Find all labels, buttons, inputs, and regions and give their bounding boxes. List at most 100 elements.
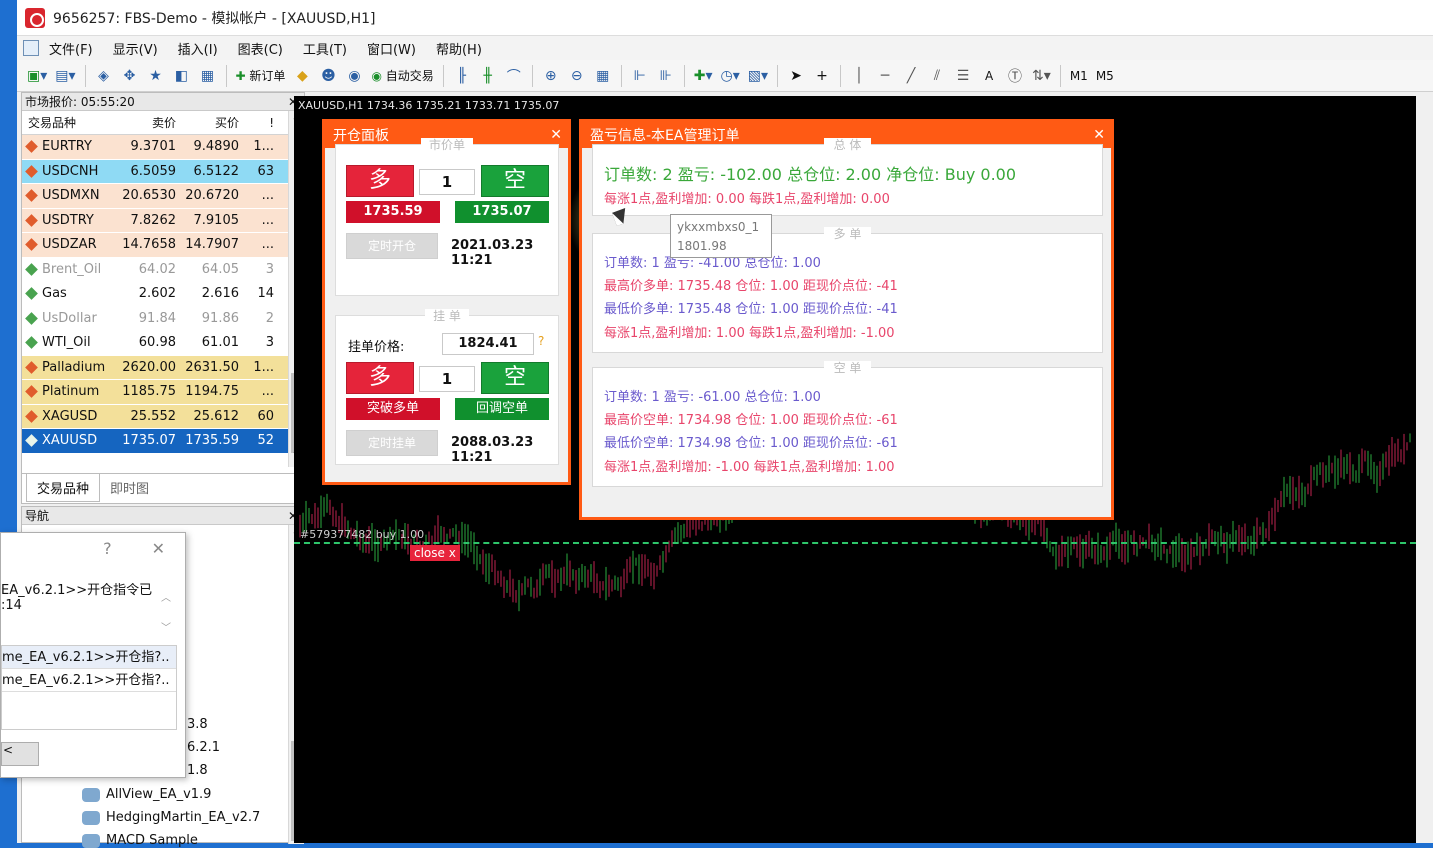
navigator-icon[interactable]: ★	[145, 64, 167, 88]
zoom-out-icon[interactable]: ⊖	[566, 64, 588, 88]
new-chart-icon[interactable]: ▣ ▾	[25, 64, 49, 88]
spread-cell: 52	[257, 433, 274, 449]
line-chart-icon[interactable]: ⌒	[503, 64, 525, 88]
profiles-icon[interactable]: ▤▾	[53, 64, 77, 88]
market-watch-icon[interactable]: ◈	[93, 64, 115, 88]
symbol-row[interactable]: EURTRY 9.3701 9.4890 1...	[22, 135, 304, 160]
menu-help[interactable]: 帮助(H)	[436, 39, 482, 58]
timed-pending-button[interactable]: 定时挂单	[346, 430, 438, 456]
buy-price-button[interactable]: 1735.59	[346, 201, 440, 223]
symbol-row[interactable]: Brent_Oil 64.02 64.05 3	[22, 257, 304, 282]
periods-icon[interactable]: ◷▾	[719, 64, 742, 88]
crosshair-icon[interactable]: +	[811, 64, 833, 88]
pending-buy-button[interactable]: 多	[346, 362, 414, 394]
column-bid[interactable]: 卖价	[119, 114, 181, 131]
auto-scroll-icon[interactable]: ⊪	[655, 64, 677, 88]
scroll-down-icon[interactable]: ﹀	[161, 619, 175, 634]
symbol-row[interactable]: USDZAR 14.7658 14.7907...	[22, 233, 304, 258]
chart-window-icon[interactable]	[23, 40, 39, 56]
channel-icon[interactable]: ⫽	[926, 64, 948, 88]
bar-chart-icon[interactable]: ╟	[451, 64, 473, 88]
symbol-row[interactable]: Platinum 1185.75 1194.75...	[22, 380, 304, 405]
column-symbol[interactable]: 交易品种	[22, 114, 119, 131]
help-icon[interactable]: ?	[538, 334, 544, 348]
navigator-item[interactable]: MACD Sample	[82, 833, 198, 848]
cursor-icon[interactable]: ➤	[785, 64, 807, 88]
timed-open-button[interactable]: 定时开仓	[346, 233, 438, 259]
column-ask[interactable]: 买价	[181, 114, 244, 131]
arrows-icon[interactable]: ⇅▾	[1030, 64, 1053, 88]
close-icon[interactable]: ✕	[152, 539, 165, 558]
menu-insert[interactable]: 插入(I)	[178, 39, 218, 58]
indicators-icon[interactable]: ✚ ▾	[692, 64, 715, 88]
menu-view[interactable]: 显示(V)	[113, 39, 158, 58]
trendline-icon[interactable]: ╱	[900, 64, 922, 88]
order-line-label: #579377482 buy 1.00	[300, 528, 425, 541]
total-summary: 订单数: 2 盈亏: -102.00 总仓位: 2.00 净仓位: Buy 0.…	[604, 165, 1017, 184]
short-group: 空 单 订单数: 1 盈亏: -61.00 总仓位: 1.00 最高价空单: 1…	[592, 361, 1103, 487]
symbol-label: Palladium	[42, 359, 106, 375]
tab-tick-chart[interactable]: 即时图	[100, 474, 159, 501]
terminal-icon[interactable]: ◧	[171, 64, 193, 88]
symbol-row[interactable]: USDMXN 20.6530 20.6720...	[22, 184, 304, 209]
market-watch-tabs: 交易品种 即时图	[22, 473, 304, 503]
sell-price-button[interactable]: 1735.07	[455, 201, 549, 223]
period-m5-button[interactable]: M5	[1094, 64, 1116, 88]
menu-tools[interactable]: 工具(T)	[303, 39, 347, 58]
symbol-row[interactable]: USDCNH 6.5059 6.5122 63	[22, 159, 304, 184]
order-line[interactable]	[294, 542, 1416, 544]
data-window-icon[interactable]: ✥	[119, 64, 141, 88]
help-icon[interactable]: ?	[103, 539, 112, 558]
lots-input[interactable]: 1	[419, 169, 475, 195]
scroll-up-icon[interactable]: ︿	[161, 589, 175, 604]
text-label-icon[interactable]: Ⓣ	[1004, 64, 1026, 88]
pending-sell-button[interactable]: 空	[481, 362, 549, 394]
menu-charts[interactable]: 图表(C)	[238, 39, 283, 58]
close-order-button[interactable]: close x	[410, 545, 460, 561]
short-highest: 最高价空单: 1734.98 仓位: 1.00 距现价点位: -61	[604, 413, 898, 428]
dialog-button[interactable]: <	[1, 742, 39, 766]
navigator-item[interactable]: AllView_EA_v1.9	[82, 787, 211, 802]
list-item[interactable]: me_EA_v6.2.1>>开仓指?..	[2, 646, 176, 669]
pending-lots-input[interactable]: 1	[419, 366, 475, 392]
globe-icon[interactable]: ◉	[343, 64, 365, 88]
column-spread[interactable]: !	[244, 116, 279, 130]
timed-pending-datetime[interactable]: 2088.03.23 11:21	[451, 435, 558, 465]
breakout-buy-button[interactable]: 突破多单	[346, 398, 440, 420]
users-icon[interactable]: ☻	[317, 64, 339, 88]
tester-icon[interactable]: ▦	[197, 64, 219, 88]
zoom-in-icon[interactable]: ⊕	[540, 64, 562, 88]
vertical-line-icon[interactable]: │	[848, 64, 870, 88]
new-order-button[interactable]: ✚ 新订单	[234, 64, 288, 88]
symbol-row[interactable]: UsDollar 91.84 91.86 2	[22, 306, 304, 331]
sell-button[interactable]: 空	[481, 165, 549, 197]
buy-button[interactable]: 多	[346, 165, 414, 197]
list-item[interactable]: me_EA_v6.2.1>>开仓指?..	[2, 669, 176, 692]
text-tool-icon[interactable]: A	[978, 64, 1000, 88]
tab-symbols[interactable]: 交易品种	[26, 474, 101, 502]
menu-file[interactable]: 文件(F)	[49, 39, 93, 58]
symbol-row[interactable]: XAGUSD 25.552 25.612 60	[22, 404, 304, 429]
pullback-sell-button[interactable]: 回调空单	[455, 398, 549, 420]
period-m1-button[interactable]: M1	[1068, 64, 1090, 88]
templates-icon[interactable]: ▧▾	[746, 64, 770, 88]
expert-advisor-icon	[82, 810, 100, 825]
navigator-item[interactable]: HedgingMartin_EA_v2.7	[82, 810, 260, 825]
auto-trading-button[interactable]: ◉ 自动交易	[369, 64, 435, 88]
symbol-row[interactable]: Palladium 2620.00 2631.50 1...	[22, 355, 304, 380]
symbol-row[interactable]: USDTRY 7.8262 7.9105...	[22, 208, 304, 233]
symbol-row[interactable]: WTI_Oil 60.98 61.01 3	[22, 331, 304, 356]
chart-shift-icon[interactable]: ⊩	[629, 64, 651, 88]
horizontal-line-icon[interactable]: ─	[874, 64, 896, 88]
fibonacci-icon[interactable]: ☰	[952, 64, 974, 88]
pnl-info-panel: 盈亏信息-本EA管理订单 ✕ 总 体 订单数: 2 盈亏: -102.00 总仓…	[579, 119, 1114, 520]
candlestick-icon[interactable]: ╫	[477, 64, 499, 88]
menu-window[interactable]: 窗口(W)	[367, 39, 416, 58]
pending-price-input[interactable]: 1824.41	[442, 333, 534, 355]
timed-open-datetime[interactable]: 2021.03.23 11:21	[451, 238, 558, 268]
symbol-row[interactable]: Gas 2.602 2.616 14	[22, 282, 304, 307]
symbol-row[interactable]: XAUUSD 1735.07 1735.59 52	[22, 429, 304, 454]
metaeditor-icon[interactable]: ◆	[291, 64, 313, 88]
tile-windows-icon[interactable]: ▦	[592, 64, 614, 88]
open-position-panel: 开仓面板 ✕ 市价单 多 1 空 1735.59 1735.07 定时开仓 20…	[322, 119, 571, 485]
